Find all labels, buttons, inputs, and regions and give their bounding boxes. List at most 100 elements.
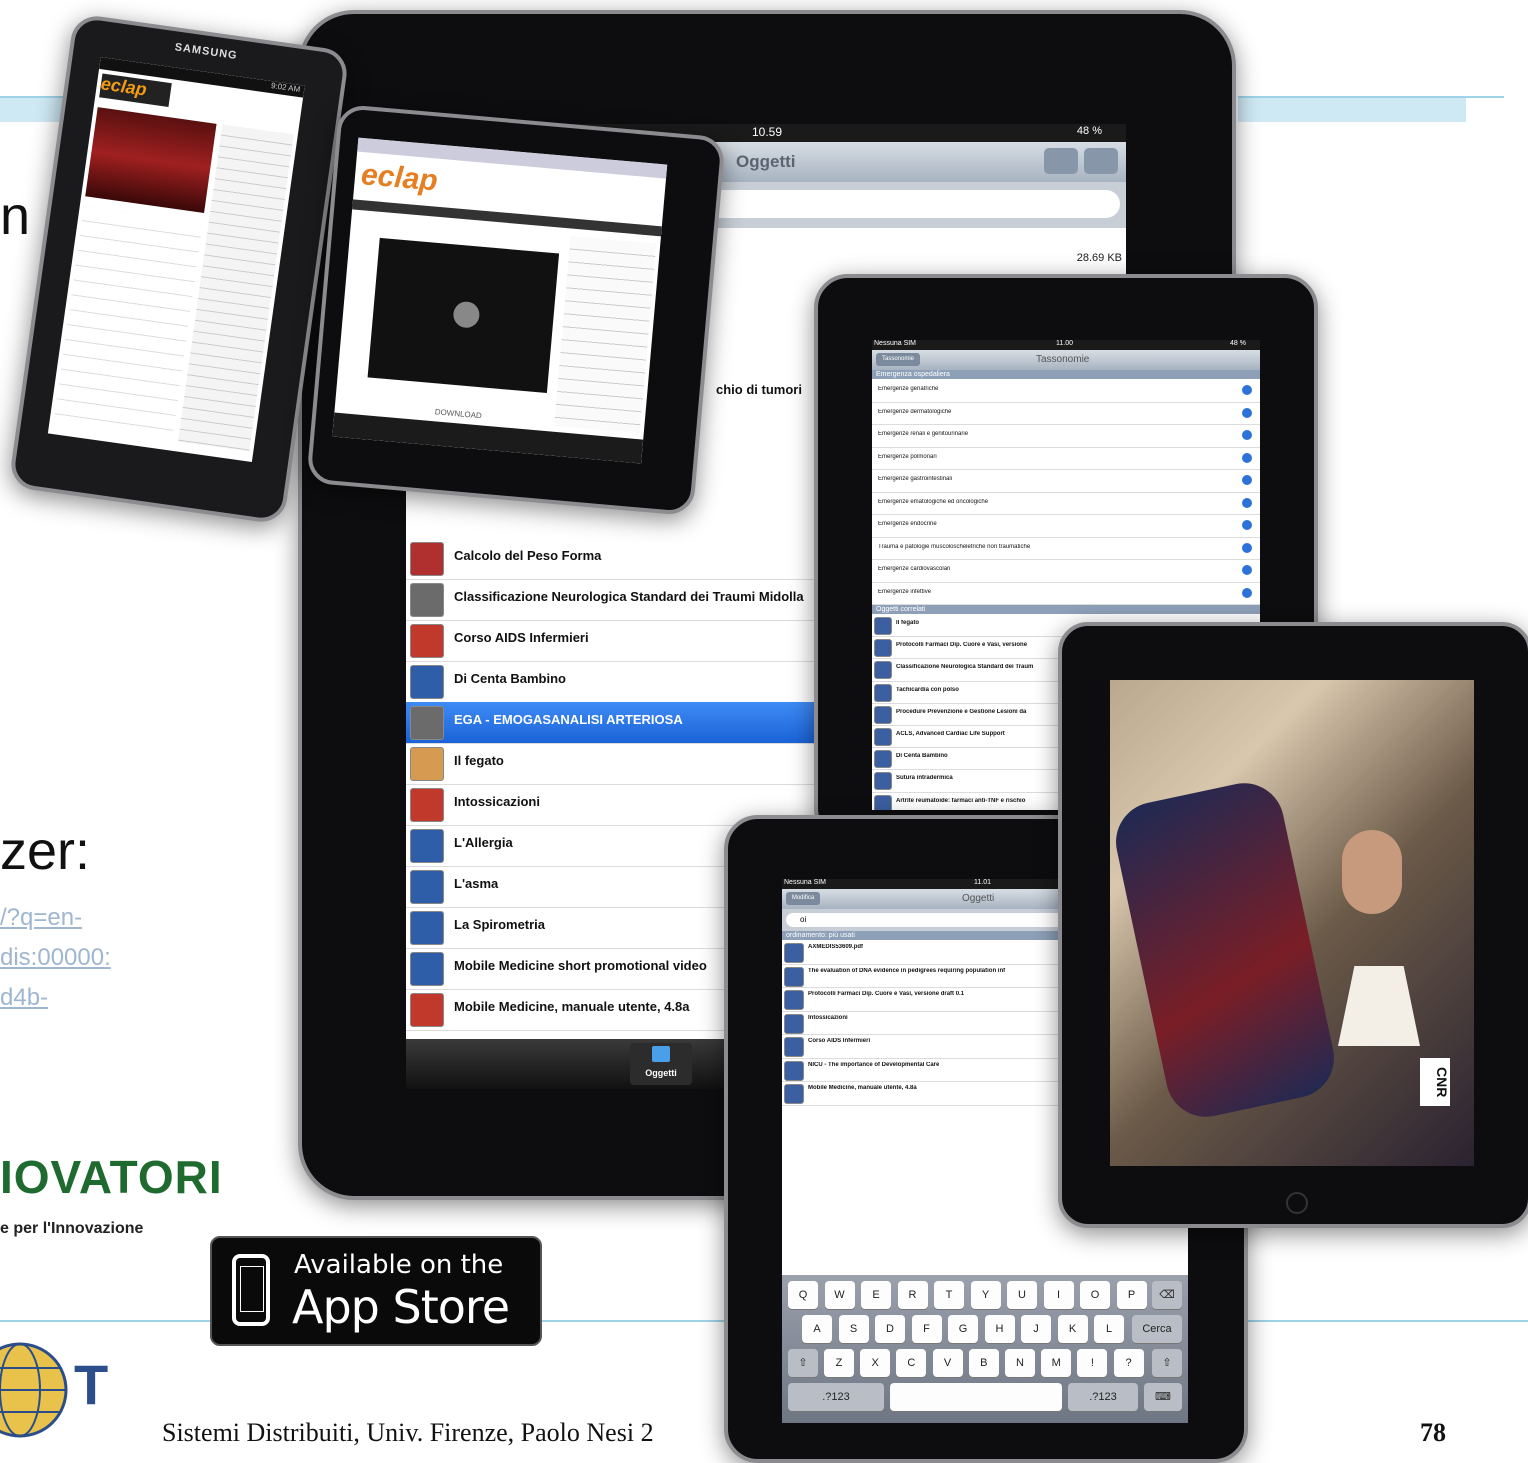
link-fragment-3[interactable]: d4b- (0, 978, 48, 1018)
object-icon (784, 990, 804, 1010)
key-![interactable]: ! (1077, 1349, 1108, 1377)
taxonomy-item[interactable]: Emergenze polmonari (872, 447, 1260, 470)
key-m[interactable]: M (1041, 1349, 1072, 1377)
taxonomy-item[interactable]: Emergenze ematologiche ed oncologiche (872, 492, 1260, 515)
search-key[interactable]: Cerca (1132, 1315, 1182, 1343)
key-y[interactable]: Y (970, 1281, 1001, 1309)
taxonomy-item[interactable]: Trauma e patologie muscoloscheletriche n… (872, 537, 1260, 560)
eclap-sidebar (554, 236, 657, 434)
key-s[interactable]: S (838, 1315, 869, 1343)
taxonomy-item[interactable]: Emergenze cardiovascolari (872, 559, 1260, 583)
disclosure-icon[interactable] (1242, 452, 1252, 463)
tax-nav-title: Tassonomie (1036, 354, 1090, 365)
disclosure-icon[interactable] (1242, 565, 1252, 575)
disclosure-icon[interactable] (1242, 430, 1252, 440)
list-item-label: Corso AIDS Infermieri (454, 630, 589, 645)
key-h[interactable]: H (984, 1315, 1015, 1343)
video-player[interactable] (367, 237, 560, 394)
object-icon (874, 705, 892, 724)
taxonomy-item-label: Emergenze dermatologiche (878, 408, 952, 415)
space-key[interactable] (890, 1383, 1062, 1411)
link-fragment-2[interactable]: dis:00000: (0, 938, 111, 978)
keyboard: Q W E R T Y U I O P ⌫ A S D F G H J K L Cerca ⇧ Z X C V B N M!? ⇧ .?1… (782, 1275, 1188, 1423)
key-f[interactable]: F (911, 1315, 942, 1343)
taxonomy-item[interactable]: Emergenze endocrine (872, 514, 1260, 538)
nav-title: Oggetti (736, 152, 796, 171)
video-icon (410, 870, 444, 904)
download-button[interactable]: DOWNLOAD (434, 407, 482, 420)
key-u[interactable]: U (1007, 1281, 1037, 1309)
info-icon[interactable] (1084, 148, 1118, 174)
samsung-brand: SAMSUNG (173, 41, 239, 63)
home-button-icon[interactable] (1286, 1192, 1308, 1214)
disclosure-icon[interactable] (1242, 587, 1252, 598)
key-t[interactable]: T (934, 1281, 964, 1309)
edit-button[interactable]: Modifica (786, 892, 820, 905)
key-b[interactable]: B (968, 1349, 999, 1377)
eclap-logo: eclap (359, 158, 440, 198)
key-p[interactable]: P (1116, 1281, 1147, 1309)
list-item-label: Di Centa Bambino (454, 671, 566, 686)
object-icon (874, 728, 892, 746)
key-?[interactable]: ? (1113, 1349, 1144, 1377)
key-v[interactable]: V (932, 1349, 963, 1377)
object-icon (874, 639, 892, 658)
key-e[interactable]: E (861, 1281, 891, 1309)
key-i[interactable]: I (1043, 1281, 1074, 1309)
key-k[interactable]: K (1057, 1315, 1088, 1343)
key-n[interactable]: N (1005, 1349, 1035, 1377)
taxonomy-item-label: Emergenze endocrine (878, 521, 937, 527)
disclosure-icon[interactable] (1242, 385, 1252, 395)
taxonomy-item[interactable]: Emergenze infettive (872, 582, 1260, 605)
object-icon (784, 1060, 804, 1081)
tassonomie-back-button[interactable]: Tassonomie (876, 353, 920, 366)
key-x[interactable]: X (860, 1349, 891, 1377)
key-z[interactable]: Z (824, 1349, 854, 1377)
eclap-logo: eclap (99, 73, 172, 107)
status-time: 10.59 (752, 125, 783, 139)
battery-level: 48 % (1076, 125, 1102, 137)
sort-icon[interactable] (1044, 148, 1078, 174)
key-q[interactable]: Q (788, 1281, 818, 1309)
taxonomy-item[interactable]: Emergenze gastrointestinali (872, 469, 1260, 493)
key-l[interactable]: L (1094, 1315, 1124, 1343)
key-a[interactable]: A (802, 1315, 832, 1343)
tax-section-header: Emergenza ospedaliera (872, 370, 1260, 379)
taxonomy-item-label: Emergenze infettive (878, 588, 932, 595)
app-store-badge[interactable]: Available on the App Store (210, 1236, 542, 1346)
partner-logo-subtext: e per l'Innovazione (0, 1220, 144, 1237)
media-icon (410, 542, 444, 576)
key-c[interactable]: C (896, 1349, 927, 1377)
key-d[interactable]: D (875, 1315, 905, 1343)
numbers-key-right[interactable]: .?123 (1068, 1383, 1138, 1411)
key-o[interactable]: O (1080, 1281, 1110, 1309)
disclosure-icon[interactable] (1242, 542, 1252, 553)
key-w[interactable]: W (824, 1281, 855, 1309)
backspace-icon[interactable]: ⌫ (1152, 1281, 1182, 1309)
disclosure-icon[interactable] (1242, 475, 1252, 485)
taxonomy-item[interactable]: Emergenze renali e genitourinarie (872, 424, 1260, 448)
play-icon[interactable] (452, 300, 481, 329)
disclosure-icon[interactable] (1242, 520, 1252, 530)
taxonomy-item[interactable]: Emergenze dermatologiche (872, 402, 1260, 425)
tab-label: Oggetti (645, 1068, 677, 1078)
disclosure-icon[interactable] (1242, 407, 1252, 418)
key-r[interactable]: R (897, 1281, 928, 1309)
tab-oggetti[interactable]: Oggetti (630, 1043, 692, 1085)
hide-keyboard-icon[interactable]: ⌨ (1144, 1383, 1182, 1411)
shift-left-icon[interactable]: ⇧ (788, 1349, 818, 1377)
partner-logo-text: IOVATORI (0, 1151, 223, 1203)
taxonomy-item-label: Emergenze renali e genitourinarie (878, 431, 969, 437)
taxonomy-item-label: Emergenze gastrointestinali (878, 476, 953, 482)
link-fragment-1[interactable]: /?q=en- (0, 898, 82, 938)
list-item-label: EGA - EMOGASANALISI ARTERIOSA (454, 712, 683, 727)
taxonomy-item[interactable]: Emergenze geriatriche (872, 379, 1260, 403)
key-j[interactable]: J (1021, 1315, 1051, 1343)
object-icon (874, 617, 892, 635)
disclosure-icon[interactable] (1242, 497, 1252, 508)
shift-right-icon[interactable]: ⇧ (1152, 1349, 1182, 1377)
eclap-screen: eclap DOWNLOAD (332, 137, 668, 464)
key-g[interactable]: G (948, 1315, 978, 1343)
list-item-label: Intossicazioni (454, 794, 540, 809)
numbers-key-left[interactable]: .?123 (788, 1383, 884, 1411)
